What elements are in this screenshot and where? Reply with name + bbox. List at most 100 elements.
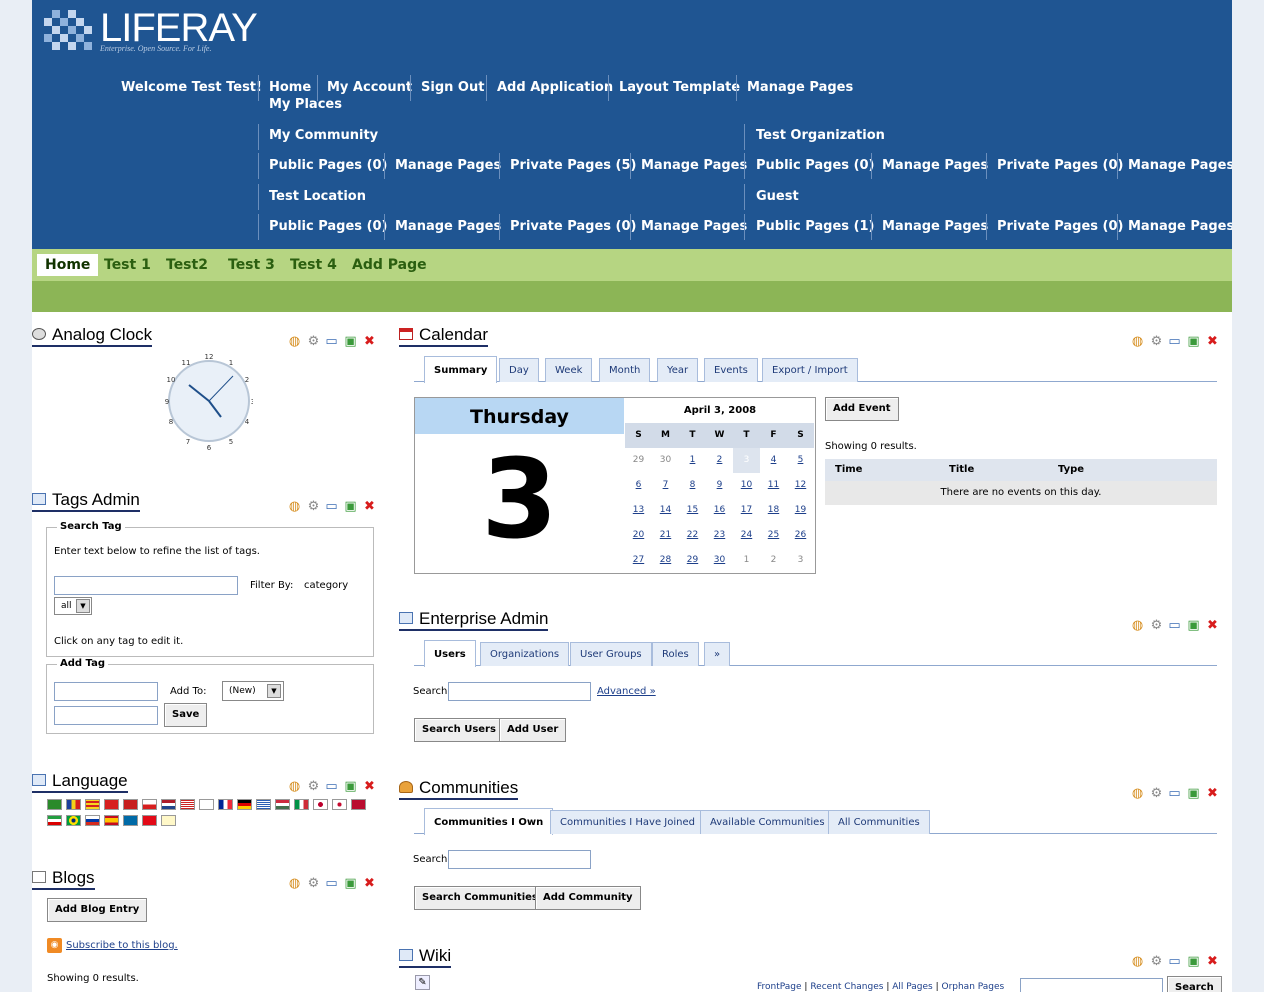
- flag-catalan-icon[interactable]: [66, 799, 81, 810]
- look-and-feel-icon[interactable]: ◍: [1130, 954, 1145, 969]
- flag-greece-icon[interactable]: [256, 799, 271, 810]
- flag-turkey-icon[interactable]: [142, 815, 157, 826]
- calendar-day-cell[interactable]: 5: [787, 448, 814, 473]
- minimize-icon[interactable]: ▭: [324, 876, 339, 891]
- flag-china-icon[interactable]: [104, 799, 119, 810]
- tab-all-communities[interactable]: All Communities: [828, 810, 930, 834]
- tab-home[interactable]: Home: [37, 254, 99, 276]
- tab-add-page[interactable]: Add Page: [344, 254, 435, 276]
- new-tag-properties-input[interactable]: [54, 706, 158, 725]
- calendar-day-cell[interactable]: 19: [787, 498, 814, 523]
- wiki-search-input[interactable]: [1020, 978, 1163, 992]
- add-event-button[interactable]: Add Event: [825, 397, 899, 421]
- add-blog-entry-button[interactable]: Add Blog Entry: [47, 898, 148, 922]
- mc-private-pages[interactable]: Private Pages (5): [510, 158, 636, 173]
- to-manage-public[interactable]: Manage Pages: [882, 158, 988, 173]
- flag-japan-icon[interactable]: [313, 799, 328, 810]
- minimize-icon[interactable]: ▭: [1167, 618, 1182, 633]
- maximize-icon[interactable]: ▣: [343, 334, 358, 349]
- calendar-day-cell[interactable]: 4: [760, 448, 787, 473]
- wiki-search-button[interactable]: Search: [1167, 976, 1222, 992]
- g-private-pages[interactable]: Private Pages (0): [997, 219, 1123, 234]
- flag-czech-icon[interactable]: [142, 799, 157, 810]
- tab-test-3[interactable]: Test 3: [220, 254, 283, 276]
- flag-france-icon[interactable]: [218, 799, 233, 810]
- tab-communities-i-own[interactable]: Communities I Own: [424, 808, 554, 835]
- add-community-button[interactable]: Add Community: [535, 886, 641, 910]
- look-and-feel-icon[interactable]: ◍: [287, 334, 302, 349]
- flag-arabic-icon[interactable]: [47, 799, 62, 810]
- close-icon[interactable]: ✖: [1205, 334, 1220, 349]
- search-users-button[interactable]: Search Users: [414, 718, 504, 742]
- tab-events[interactable]: Events: [704, 358, 758, 382]
- flag-germany-icon[interactable]: [237, 799, 252, 810]
- calendar-day-cell[interactable]: 29: [679, 548, 706, 573]
- tab-year[interactable]: Year: [657, 358, 699, 382]
- chevron-down-icon[interactable]: ▼: [267, 684, 281, 698]
- tl-private-pages[interactable]: Private Pages (0): [510, 219, 636, 234]
- calendar-day-cell[interactable]: 21: [652, 523, 679, 548]
- communities-search-input[interactable]: [448, 850, 591, 869]
- maximize-icon[interactable]: ▣: [1186, 786, 1201, 801]
- flag-hungary-icon[interactable]: [275, 799, 290, 810]
- tl-manage-private[interactable]: Manage Pages: [641, 219, 747, 234]
- wrench-icon[interactable]: ✎: [415, 975, 430, 990]
- nav-my-account[interactable]: My Account: [327, 80, 412, 95]
- look-and-feel-icon[interactable]: ◍: [287, 876, 302, 891]
- tab-test2[interactable]: Test2: [158, 254, 216, 276]
- calendar-day-cell[interactable]: 10: [733, 473, 760, 498]
- calendar-day-cell[interactable]: 25: [760, 523, 787, 548]
- calendar-day-cell[interactable]: 8: [679, 473, 706, 498]
- calendar-day-cell[interactable]: 28: [652, 548, 679, 573]
- minimize-icon[interactable]: ▭: [324, 779, 339, 794]
- calendar-day-cell[interactable]: 22: [679, 523, 706, 548]
- g-manage-public[interactable]: Manage Pages: [882, 219, 988, 234]
- tab-export-import[interactable]: Export / Import: [762, 358, 858, 382]
- filter-select[interactable]: all ▼: [54, 597, 92, 615]
- maximize-icon[interactable]: ▣: [1186, 618, 1201, 633]
- tab-test-4[interactable]: Test 4: [282, 254, 345, 276]
- configuration-icon[interactable]: ⚙: [306, 499, 321, 514]
- add-to-select[interactable]: (New) ▼: [222, 681, 284, 701]
- configuration-icon[interactable]: ⚙: [1149, 618, 1164, 633]
- calendar-day-cell[interactable]: 17: [733, 498, 760, 523]
- close-icon[interactable]: ✖: [1205, 786, 1220, 801]
- look-and-feel-icon[interactable]: ◍: [287, 499, 302, 514]
- close-icon[interactable]: ✖: [362, 334, 377, 349]
- minimize-icon[interactable]: ▭: [324, 499, 339, 514]
- flag-spain-catalonia-icon[interactable]: [85, 799, 100, 810]
- flag-finland-icon[interactable]: [199, 799, 214, 810]
- liferay-logo[interactable]: LIFERAY Enterprise. Open Source. For Lif…: [44, 6, 264, 58]
- calendar-day-cell[interactable]: 16: [706, 498, 733, 523]
- calendar-day-cell[interactable]: 27: [625, 548, 652, 573]
- nav-add-application[interactable]: Add Application: [497, 80, 613, 95]
- maximize-icon[interactable]: ▣: [343, 876, 358, 891]
- flag-russia-icon[interactable]: [85, 815, 100, 826]
- nav-home[interactable]: Home: [269, 80, 311, 95]
- tab-users[interactable]: Users: [424, 640, 476, 667]
- flag-vietnam-icon[interactable]: [161, 815, 176, 826]
- flag-spain-icon[interactable]: [104, 815, 119, 826]
- minimize-icon[interactable]: ▭: [1167, 334, 1182, 349]
- nav-manage-pages[interactable]: Manage Pages: [747, 80, 853, 95]
- calendar-day-cell[interactable]: 18: [760, 498, 787, 523]
- flag-italy-icon[interactable]: [294, 799, 309, 810]
- chevron-down-icon[interactable]: ▼: [76, 599, 90, 613]
- calendar-day-cell[interactable]: 9: [706, 473, 733, 498]
- wiki-frontpage-link[interactable]: FrontPage: [757, 982, 802, 992]
- rss-icon[interactable]: ◉: [47, 938, 62, 953]
- close-icon[interactable]: ✖: [1205, 954, 1220, 969]
- tab-week[interactable]: Week: [545, 358, 593, 382]
- maximize-icon[interactable]: ▣: [343, 499, 358, 514]
- calendar-day-cell[interactable]: 15: [679, 498, 706, 523]
- calendar-day-cell[interactable]: 24: [733, 523, 760, 548]
- tab-summary[interactable]: Summary: [424, 356, 498, 383]
- search-communities-button[interactable]: Search Communities: [414, 886, 546, 910]
- nav-sign-out[interactable]: Sign Out: [421, 80, 484, 95]
- tab-roles[interactable]: Roles: [652, 642, 699, 666]
- tab-available-communities[interactable]: Available Communities: [700, 810, 835, 834]
- calendar-day-cell[interactable]: 6: [625, 473, 652, 498]
- flag-brazil-icon[interactable]: [66, 815, 81, 826]
- nav-my-places[interactable]: My Places: [269, 97, 342, 112]
- calendar-day-cell[interactable]: 1: [679, 448, 706, 473]
